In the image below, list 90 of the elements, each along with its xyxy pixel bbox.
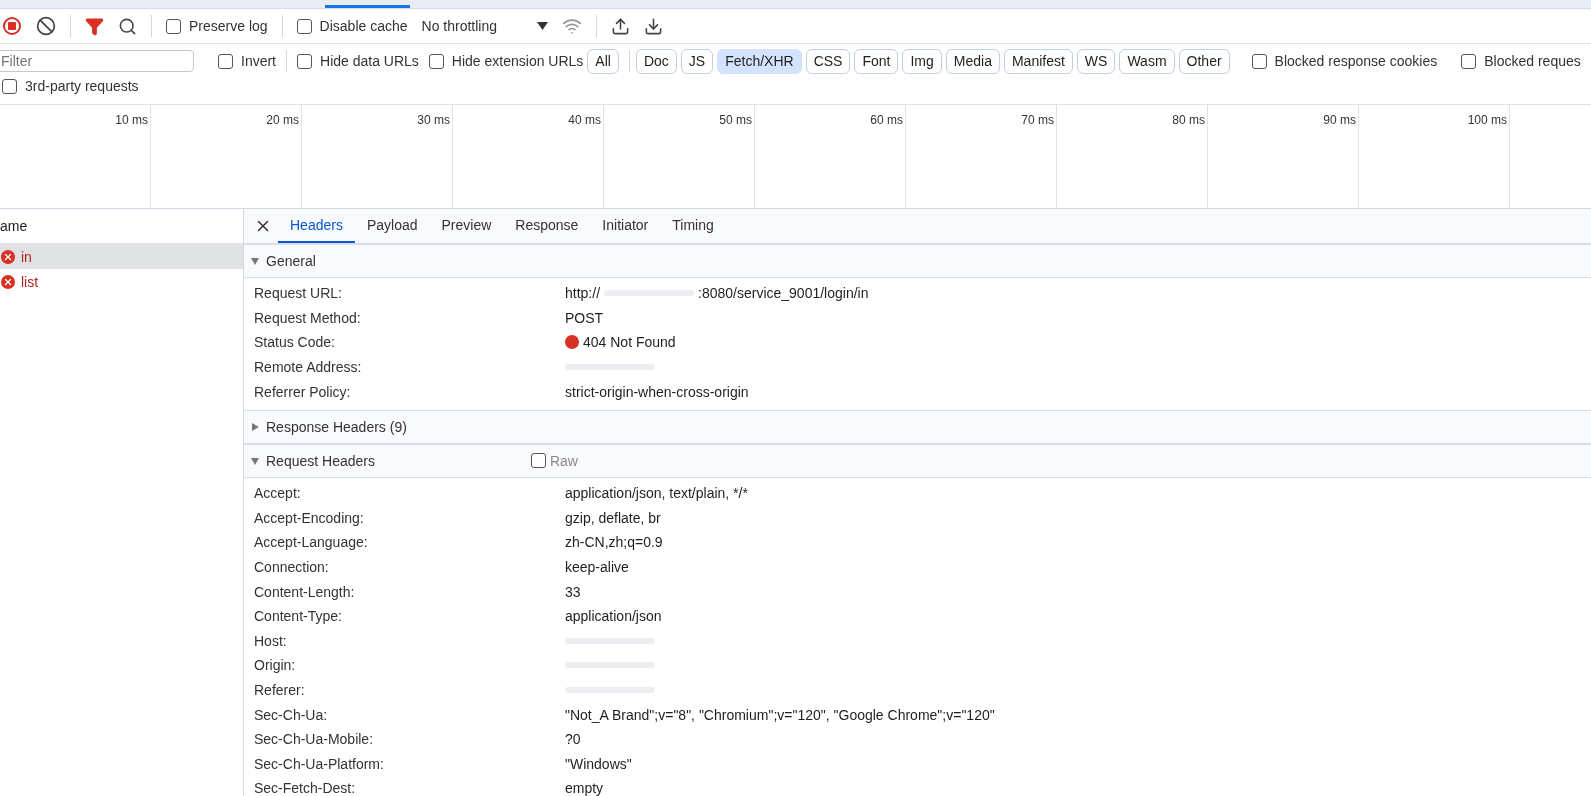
timeline-tick-label: 80 ms [1172, 113, 1205, 129]
header-name: Status Code: [254, 334, 336, 351]
header-name: Connection: [254, 559, 330, 576]
collapsed-triangle-icon[interactable] [250, 421, 260, 432]
disable-cache-checkbox[interactable]: Disable cache [296, 18, 408, 34]
header-value: http:// [565, 285, 601, 302]
type-filter-button[interactable]: CSS [805, 48, 851, 74]
type-filter-button[interactable]: Other [1178, 48, 1230, 74]
timeline-tick-label: 20 ms [266, 113, 299, 129]
header-value: :8080/service_9001/login/in [698, 285, 869, 302]
blocked-requests-checkbox[interactable]: Blocked reques [1461, 53, 1581, 69]
section-title[interactable]: Request Headers [266, 452, 375, 469]
type-filter-button[interactable]: Wasm [1119, 48, 1175, 74]
error-icon [1, 274, 15, 289]
header-value: "Windows" [565, 755, 632, 772]
header-value: empty [565, 780, 604, 796]
header-name: Referrer Policy: [254, 383, 352, 400]
error-icon [1, 249, 15, 264]
third-party-requests-checkbox[interactable]: 3rd-party requests [2, 78, 139, 94]
type-filter-button[interactable]: Doc [635, 48, 677, 74]
header-value: ?0 [565, 731, 581, 748]
header-name: Sec-Ch-Ua: [254, 706, 329, 723]
detail-tab[interactable]: Preview [429, 209, 504, 243]
throttling-dropdown[interactable]: No throttling [421, 18, 548, 34]
type-filter-button[interactable]: Media [945, 48, 1000, 74]
expanded-triangle-icon[interactable] [250, 455, 260, 466]
download-icon[interactable] [644, 16, 663, 36]
type-filter-button[interactable]: JS [680, 48, 714, 74]
header-name: Host: [254, 632, 288, 649]
invert-checkbox[interactable]: Invert [218, 53, 276, 69]
header-value: POST [565, 309, 604, 326]
filter-field[interactable]: Filter [0, 50, 194, 72]
timeline-tick-label: 10 ms [115, 113, 148, 129]
record-stop-icon[interactable] [2, 16, 22, 36]
header-name: Sec-Ch-Ua-Mobile: [254, 731, 375, 748]
header-value: 404 Not Found [583, 334, 676, 351]
timeline-tick-label: 40 ms [568, 113, 601, 129]
timeline-tick-label: 30 ms [417, 113, 450, 129]
header-value: keep-alive [565, 559, 629, 576]
header-value: "Not_A Brand";v="8", "Chromium";v="120", "Google Chrome";v="120" [565, 706, 995, 723]
upload-icon[interactable] [611, 16, 630, 36]
type-filter-button[interactable]: All [587, 48, 619, 74]
detail-tab[interactable]: Payload [354, 209, 430, 243]
expanded-triangle-icon[interactable] [250, 256, 260, 266]
header-value: zh-CN,zh;q=0.9 [565, 534, 663, 551]
caret-icon[interactable] [537, 22, 548, 30]
hide-extension-urls-checkbox[interactable]: Hide extension URLs [428, 53, 584, 69]
header-name: Accept-Language: [254, 534, 369, 551]
timeline-tick-label: 50 ms [719, 113, 752, 129]
type-filter-button[interactable]: Font [854, 48, 899, 74]
column-header[interactable]: ame [0, 218, 28, 234]
timeline-tick-label: 70 ms [1021, 113, 1054, 129]
header-value: application/json [565, 608, 662, 625]
search-icon[interactable] [118, 16, 137, 36]
header-value: strict-origin-when-cross-origin [565, 383, 749, 400]
header-value: 33 [565, 583, 581, 600]
header-name: Content-Type: [254, 608, 343, 625]
header-value: application/json, text/plain, */* [565, 485, 748, 502]
type-filter-button[interactable]: Fetch/XHR [717, 48, 802, 74]
timeline-tick-label: 100 ms [1467, 113, 1507, 129]
header-name: Remote Address: [254, 359, 363, 376]
hide-data-urls-checkbox[interactable]: Hide data URLs [297, 53, 419, 69]
header-name: Sec-Ch-Ua-Platform: [254, 755, 385, 772]
type-filter-button[interactable]: WS [1076, 48, 1116, 74]
section-title[interactable]: General [266, 253, 316, 269]
type-filter-button[interactable]: Img [902, 48, 942, 74]
timeline-tick-label: 90 ms [1323, 113, 1356, 129]
request-row[interactable]: in [0, 244, 243, 269]
section-title[interactable]: Response Headers (9) [266, 418, 407, 435]
detail-tab[interactable]: Timing [660, 209, 726, 243]
header-name: Accept-Encoding: [254, 509, 365, 526]
preserve-log-checkbox[interactable]: Preserve log [166, 18, 268, 34]
filter-icon[interactable] [85, 16, 104, 36]
type-filter-button[interactable]: Manifest [1003, 48, 1073, 74]
header-name: Content-Length: [254, 583, 356, 600]
header-name: Request URL: [254, 285, 343, 302]
wifi-icon[interactable] [562, 16, 582, 36]
detail-tab[interactable]: Response [503, 209, 591, 243]
timeline-tick-label: 60 ms [870, 113, 903, 129]
raw-checkbox[interactable]: Raw [530, 452, 578, 469]
clear-icon[interactable] [36, 16, 56, 36]
blocked-response-cookies-checkbox[interactable]: Blocked response cookies [1251, 53, 1438, 69]
header-name: Referer: [254, 682, 306, 698]
detail-tab[interactable]: Initiator [590, 209, 661, 243]
header-name: Origin: [254, 657, 297, 674]
header-value: gzip, deflate, br [565, 509, 661, 526]
header-name: Sec-Fetch-Dest: [254, 780, 357, 796]
header-name: Accept: [254, 485, 302, 502]
header-name: Request Method: [254, 309, 362, 326]
request-row[interactable]: list [0, 269, 243, 294]
